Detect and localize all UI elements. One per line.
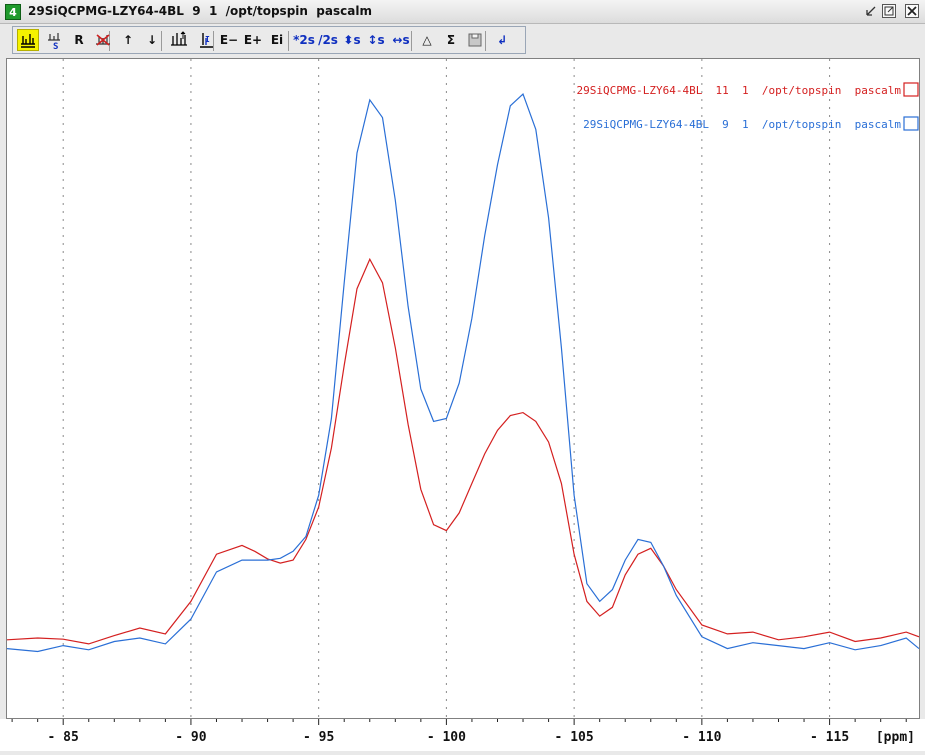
minimize-icon[interactable] [864, 4, 878, 18]
integral-button[interactable]: I [195, 29, 217, 51]
remove-peaks-icon [93, 30, 113, 50]
expand-minus-button[interactable]: E− [218, 29, 240, 51]
x-tick-label: - 105 [555, 730, 594, 745]
stack-button[interactable] [168, 29, 190, 51]
svg-text:I: I [205, 35, 210, 44]
toolbar: S R ↑ ↓ I E− E+ Ei *2s/2s ⬍s ↕s ↔s △ Σ ↲ [12, 26, 526, 54]
vertical-shift-icon: ↕s [367, 33, 385, 47]
expand-info-button[interactable]: Ei [266, 29, 288, 51]
shift-s-icon: S [44, 30, 64, 50]
move-up-button[interactable]: ↑ [117, 29, 139, 51]
stack-icon [169, 30, 189, 50]
series-line-1 [6, 92, 920, 653]
series-line-0 [6, 257, 920, 645]
arrow-down-icon: ↓ [146, 33, 158, 47]
scale-up-icon: *2s [293, 33, 315, 47]
delta-icon: △ [422, 33, 432, 47]
expand-plus-icon: E+ [243, 33, 263, 47]
window-titlebar: 4 29SiQCPMG-LZY64-4BL 9 1 /opt/topspin p… [0, 0, 925, 24]
save-button[interactable] [464, 29, 486, 51]
vertical-move-icon: ⬍s [343, 33, 361, 47]
expand-info-icon: Ei [270, 33, 284, 47]
legend-label-1: 29SiQCPMG-LZY64-4BL 9 1 /opt/topspin pas… [583, 118, 901, 131]
save-icon [465, 30, 485, 50]
x-tick-label: - 100 [427, 730, 466, 745]
close-icon[interactable] [905, 4, 919, 18]
stack-peaks-icon [18, 30, 38, 50]
window-title: 29SiQCPMG-LZY64-4BL 9 1 /opt/topspin pas… [28, 4, 372, 18]
x-axis: - 85 - 90 - 95 - 100 - 105 - 110 - 115 [ppm] [0, 719, 925, 751]
vertical-scale-button[interactable]: ⬍s [341, 29, 363, 51]
legend-label-0: 29SiQCPMG-LZY64-4BL 11 1 /opt/topspin pa… [576, 84, 901, 97]
reset-button[interactable]: R [68, 29, 90, 51]
return-button[interactable]: ↲ [491, 29, 513, 51]
horizontal-shift-button[interactable]: ↔s [390, 29, 412, 51]
scale-down-icon: /2s [318, 33, 338, 47]
x-tick-label: - 85 [48, 730, 79, 745]
difference-button[interactable]: △ [416, 29, 438, 51]
return-icon: ↲ [496, 33, 508, 47]
spectrum-plot[interactable]: 29SiQCPMG-LZY64-4BL 11 1 /opt/topspin pa… [6, 58, 920, 719]
arrow-up-icon: ↑ [122, 33, 134, 47]
move-down-button[interactable]: ↓ [141, 29, 163, 51]
overlay-display-button[interactable] [17, 29, 39, 51]
svg-text:S: S [53, 42, 58, 50]
spectrum-canvas[interactable]: 29SiQCPMG-LZY64-4BL 11 1 /opt/topspin pa… [6, 59, 920, 718]
x-tick-label: - 90 [175, 730, 206, 745]
vertical-shift-button[interactable]: ↕s [365, 29, 387, 51]
scale-x2-button[interactable]: *2s [293, 29, 315, 51]
toolbar-separator [288, 31, 289, 51]
x-tick-label: - 95 [303, 730, 334, 745]
horizontal-shift-icon: ↔s [392, 33, 410, 47]
legend-swatch-0[interactable] [903, 82, 919, 97]
x-tick-label: - 110 [682, 730, 721, 745]
integral-icon: I [196, 30, 216, 50]
x-axis-canvas: - 85 - 90 - 95 - 100 - 105 - 110 - 115 [ppm] [11, 719, 915, 745]
scale-div2-button[interactable]: /2s [317, 29, 339, 51]
remove-spectrum-button[interactable] [92, 29, 114, 51]
x-axis-unit-label: [ppm] [876, 730, 915, 745]
window-number-badge: 4 [5, 4, 21, 20]
legend-swatch-1[interactable] [903, 116, 919, 131]
x-tick-label: - 115 [810, 730, 849, 745]
expand-plus-button[interactable]: E+ [242, 29, 264, 51]
sum-button[interactable]: Σ [440, 29, 462, 51]
sigma-icon: Σ [446, 33, 456, 47]
shift-spectrum-button[interactable]: S [43, 29, 65, 51]
expand-minus-icon: E− [219, 33, 239, 47]
reset-icon: R [74, 33, 84, 47]
maximize-icon[interactable] [882, 4, 896, 18]
